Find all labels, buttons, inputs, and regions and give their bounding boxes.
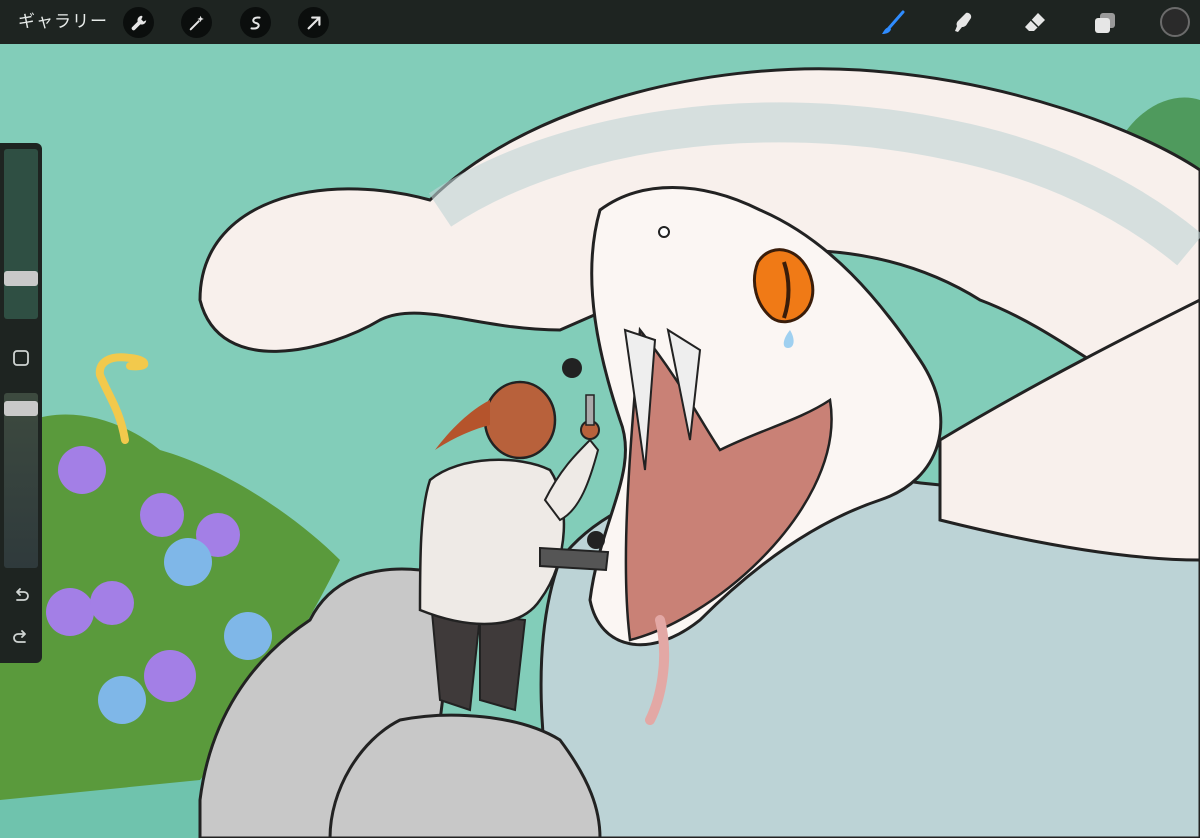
color-swatch[interactable]	[1160, 7, 1190, 37]
brush-sidebar	[0, 143, 42, 663]
layers-icon[interactable]	[1088, 6, 1122, 40]
brush-size-slider[interactable]	[4, 149, 38, 319]
artwork	[0, 44, 1200, 838]
opacity-slider[interactable]	[4, 393, 38, 568]
square-modify-icon[interactable]	[8, 345, 34, 371]
brush-size-thumb[interactable]	[4, 271, 38, 286]
germ-creature	[562, 358, 582, 378]
opacity-thumb[interactable]	[4, 401, 38, 416]
gallery-button[interactable]: ギャラリー	[18, 0, 108, 44]
top-toolbar: ギャラリー	[0, 0, 1200, 44]
redo-icon[interactable]	[8, 625, 34, 651]
drawing-canvas[interactable]	[0, 44, 1200, 838]
selection-s-icon[interactable]	[240, 7, 271, 38]
eraser-icon[interactable]	[1018, 6, 1052, 40]
undo-icon[interactable]	[8, 583, 34, 609]
magic-wand-icon[interactable]	[181, 7, 212, 38]
brush-icon[interactable]	[876, 6, 910, 40]
arrow-cursor-icon[interactable]	[298, 7, 329, 38]
wrench-icon[interactable]	[123, 7, 154, 38]
smudge-icon[interactable]	[947, 6, 981, 40]
